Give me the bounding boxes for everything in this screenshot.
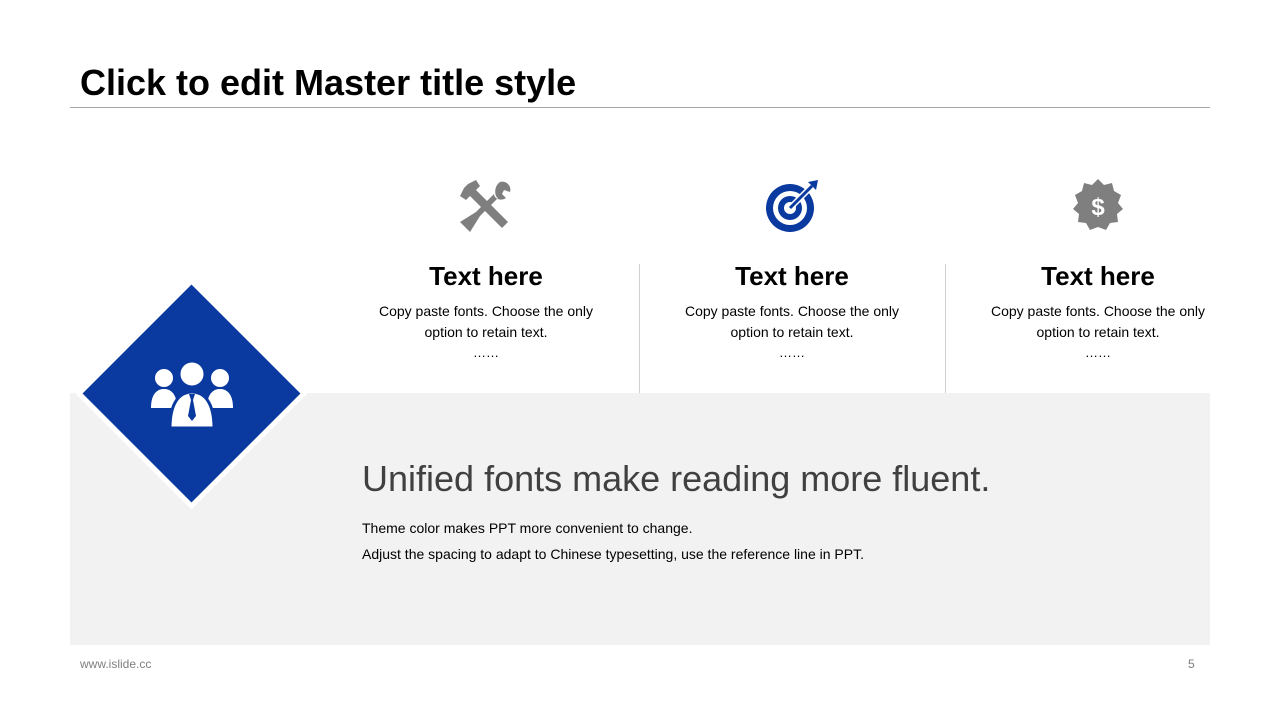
feature-description: Copy paste fonts. Choose the only option… <box>684 303 900 340</box>
feature-column-1: Text here Copy paste fonts. Choose the o… <box>333 170 639 393</box>
feature-ellipsis: …… <box>473 345 499 360</box>
feature-column-3: $ Text here Copy paste fonts. Choose the… <box>945 170 1251 393</box>
highlight-body-line-2: Adjust the spacing to adapt to Chinese t… <box>362 546 864 562</box>
feature-column-2: Text here Copy paste fonts. Choose the o… <box>639 170 945 393</box>
feature-ellipsis: …… <box>1085 345 1111 360</box>
feature-description: Copy paste fonts. Choose the only option… <box>378 303 594 340</box>
dollar-badge-icon: $ <box>1068 176 1128 236</box>
highlight-body-line-1: Theme color makes PPT more convenient to… <box>362 520 693 536</box>
target-icon <box>762 176 822 236</box>
team-icon <box>151 358 233 428</box>
feature-title: Text here <box>1041 261 1155 291</box>
feature-title: Text here <box>735 261 849 291</box>
feature-ellipsis: …… <box>779 345 805 360</box>
slide-title: Click to edit Master title style <box>80 62 577 103</box>
tools-icon <box>456 176 516 236</box>
highlight-headline: Unified fonts make reading more fluent. <box>362 458 991 499</box>
page-number: 5 <box>1188 657 1195 671</box>
feature-description: Copy paste fonts. Choose the only option… <box>990 303 1206 340</box>
title-divider <box>70 107 1210 108</box>
svg-text:$: $ <box>1091 194 1105 221</box>
footer-url: www.islide.cc <box>80 657 152 671</box>
feature-title: Text here <box>429 261 543 291</box>
